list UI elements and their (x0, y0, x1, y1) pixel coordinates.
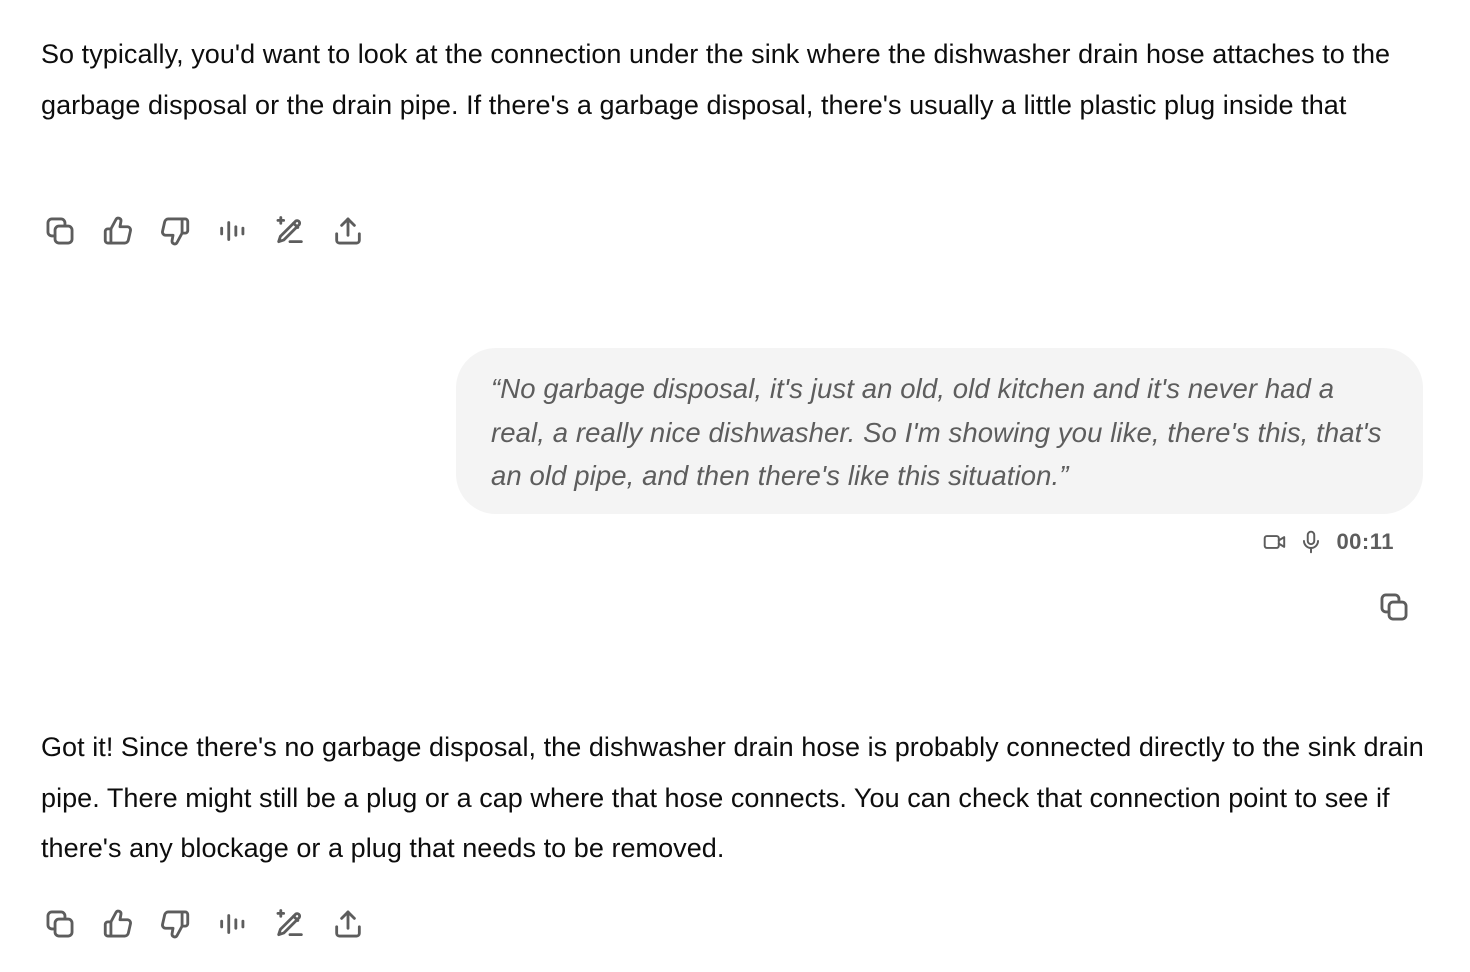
read-aloud-button[interactable] (213, 211, 253, 251)
copy-button[interactable] (40, 211, 80, 251)
assistant-message-actions (40, 904, 385, 944)
assistant-message: Got it! Since there's no garbage disposa… (41, 732, 1424, 863)
read-aloud-button[interactable] (213, 904, 253, 944)
thumbs-up-icon (103, 216, 132, 245)
bad-response-button[interactable] (155, 904, 195, 944)
edit-in-canvas-button[interactable] (270, 904, 310, 944)
read-aloud-icon (219, 914, 244, 934)
microphone-icon (1303, 530, 1320, 554)
read-aloud-icon (219, 221, 244, 241)
voice-duration: 00:11 (1336, 529, 1394, 554)
share-button[interactable] (328, 211, 368, 251)
thumbs-down-icon (161, 217, 190, 246)
user-message-transcript: “No garbage disposal, it's just an old, … (491, 373, 1382, 491)
share-icon (334, 217, 361, 245)
thumbs-down-icon (161, 910, 190, 939)
copy-icon (46, 910, 74, 938)
bad-response-button[interactable] (155, 211, 195, 251)
copy-icon (1380, 593, 1408, 621)
user-copy-button[interactable] (1374, 587, 1414, 627)
assistant-message: So typically, you'd want to look at the … (41, 39, 1391, 120)
assistant-message-actions (40, 211, 385, 251)
good-response-button[interactable] (98, 211, 138, 251)
edit-in-canvas-button[interactable] (270, 211, 310, 251)
video-icon (1264, 535, 1286, 549)
thumbs-up-icon (103, 909, 132, 938)
edit-sparkle-icon (276, 216, 303, 244)
copy-icon (46, 217, 74, 245)
share-icon (334, 910, 361, 938)
share-button[interactable] (328, 904, 368, 944)
user-message-bubble: “No garbage disposal, it's just an old, … (456, 348, 1423, 514)
voice-message-meta: 00:11 (1262, 527, 1394, 557)
copy-button[interactable] (40, 904, 80, 944)
edit-sparkle-icon (276, 909, 303, 937)
good-response-button[interactable] (98, 904, 138, 944)
